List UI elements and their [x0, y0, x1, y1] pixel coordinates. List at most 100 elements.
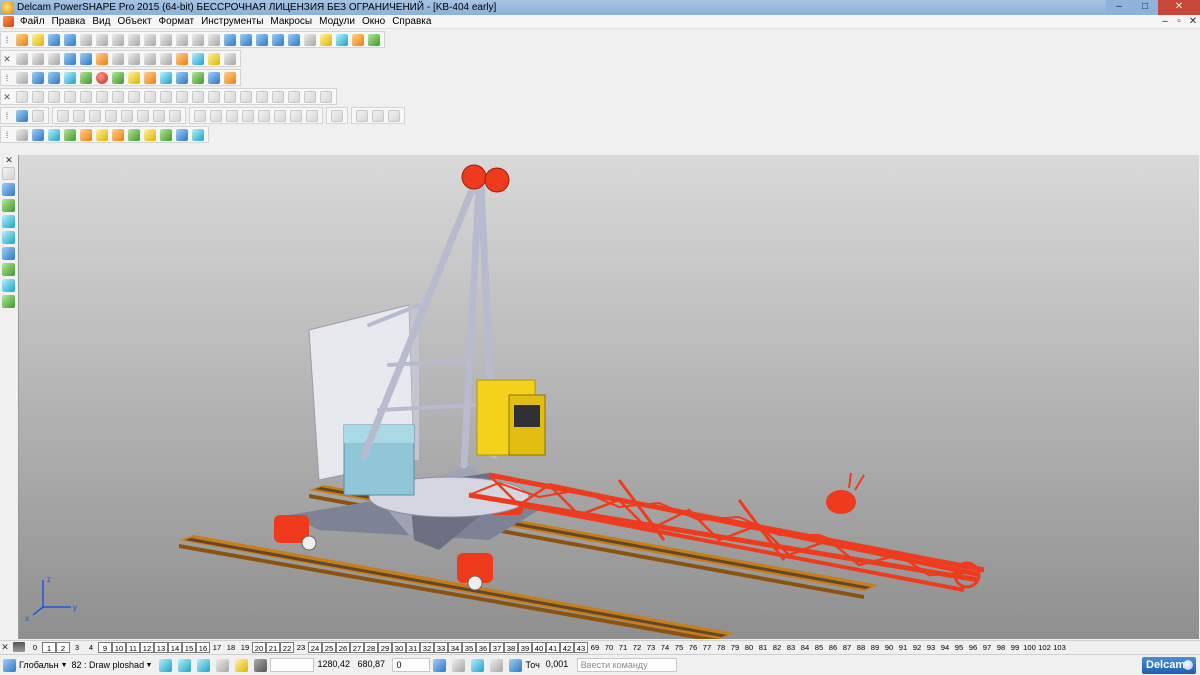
limit-icon[interactable]	[112, 90, 124, 103]
feature-e-icon[interactable]	[258, 109, 270, 122]
toolbar-grip[interactable]: ⁞	[3, 34, 11, 46]
level-button[interactable]: 29	[378, 641, 392, 653]
level-button[interactable]: 99	[1008, 642, 1022, 653]
menu-view[interactable]: Вид	[90, 16, 115, 27]
assembly-icon[interactable]	[368, 33, 380, 46]
level-button[interactable]: 43	[574, 641, 588, 653]
level-button[interactable]: 70	[602, 642, 616, 653]
object-info-icon[interactable]	[32, 71, 44, 84]
tree-icon[interactable]	[331, 109, 343, 122]
level-button[interactable]: 78	[714, 642, 728, 653]
zoom-in-icon[interactable]	[96, 52, 108, 65]
mdi-close-button[interactable]: ✕	[1186, 16, 1200, 27]
level-button[interactable]: 26	[336, 641, 350, 653]
line-icon[interactable]	[256, 33, 268, 46]
level-button[interactable]: 102	[1037, 642, 1052, 653]
toolbar-grip[interactable]: ⁞	[3, 72, 11, 84]
level-button[interactable]: 71	[616, 642, 630, 653]
draft-analysis-icon[interactable]	[128, 128, 140, 141]
level-button[interactable]: 21	[266, 641, 280, 653]
level-button[interactable]: 82	[770, 642, 784, 653]
history-b-icon[interactable]	[372, 109, 384, 122]
feature-d-icon[interactable]	[242, 109, 254, 122]
level-button[interactable]: 84	[798, 642, 812, 653]
level-button[interactable]: 92	[910, 642, 924, 653]
open-recent-icon[interactable]	[48, 33, 60, 46]
level-button[interactable]: 35	[462, 641, 476, 653]
toolbar-grip[interactable]: ⁞	[3, 129, 11, 141]
level-button[interactable]: 40	[532, 641, 546, 653]
chamfer-icon[interactable]	[192, 90, 204, 103]
object-list-icon[interactable]	[16, 71, 28, 84]
level-button[interactable]: 69	[588, 642, 602, 653]
tolerance-field[interactable]: 0,001	[543, 658, 575, 672]
boolean-icon[interactable]	[176, 71, 188, 84]
menu-macros[interactable]: Макросы	[268, 16, 317, 27]
level-button[interactable]: 37	[490, 641, 504, 653]
level-button[interactable]: 91	[896, 642, 910, 653]
app-icon[interactable]	[2, 1, 14, 14]
menu-help[interactable]: Справка	[390, 16, 436, 27]
workplane-dropdown-icon[interactable]: ▼	[61, 662, 68, 669]
menu-tools[interactable]: Инструменты	[199, 16, 268, 27]
level-button[interactable]: 72	[630, 642, 644, 653]
left-toolbar-close[interactable]: ✕	[0, 155, 18, 165]
delete-icon[interactable]	[160, 33, 172, 46]
view-side-icon[interactable]	[48, 52, 60, 65]
level-button[interactable]: 16	[196, 641, 210, 653]
scale-icon[interactable]	[80, 90, 92, 103]
history-a-icon[interactable]	[356, 109, 368, 122]
solid-hole-icon[interactable]	[105, 109, 117, 122]
lighting-icon[interactable]	[208, 52, 220, 65]
polar-icon[interactable]	[471, 658, 485, 672]
level-button[interactable]: 27	[350, 641, 364, 653]
level-button[interactable]: 39	[518, 641, 532, 653]
feature-g-icon[interactable]	[290, 109, 302, 122]
level-button[interactable]: 28	[364, 641, 378, 653]
relative-icon[interactable]	[452, 658, 466, 672]
view-iso2-icon[interactable]	[80, 52, 92, 65]
solid-icon[interactable]	[336, 33, 348, 46]
level-button[interactable]: 10	[112, 641, 126, 653]
level-button[interactable]: 103	[1052, 642, 1067, 653]
level-button[interactable]: 75	[672, 642, 686, 653]
maximize-button[interactable]: □	[1132, 0, 1158, 15]
level-button[interactable]: 74	[658, 642, 672, 653]
render-icon[interactable]	[16, 128, 28, 141]
transform-icon[interactable]	[16, 90, 28, 103]
crane-model[interactable]: z y x	[19, 155, 1199, 639]
menu-edit[interactable]: Правка	[50, 16, 91, 27]
component-icon[interactable]	[224, 71, 236, 84]
pan-icon[interactable]	[224, 52, 236, 65]
select-mode-icon[interactable]	[2, 167, 15, 180]
surface-trim-icon[interactable]	[32, 109, 44, 122]
surface-edit-icon[interactable]	[16, 109, 28, 122]
coord-x-field[interactable]: 1280,42	[314, 658, 354, 672]
view-top-icon[interactable]	[32, 52, 44, 65]
graphics-viewport[interactable]: z y x	[18, 155, 1199, 639]
principal-plane-icon[interactable]	[178, 658, 192, 672]
level-button[interactable]: 41	[546, 641, 560, 653]
workplane-toggle-icon[interactable]	[197, 658, 211, 672]
coord-y-field[interactable]: 680,87	[354, 658, 392, 672]
level-button[interactable]: 4	[84, 642, 98, 653]
level-button[interactable]: 12	[140, 641, 154, 653]
text-icon[interactable]	[304, 33, 316, 46]
level-button[interactable]: 30	[392, 641, 406, 653]
level-button[interactable]: 88	[854, 642, 868, 653]
level-button[interactable]: 80	[742, 642, 756, 653]
smooth-icon[interactable]	[224, 90, 236, 103]
menu-window[interactable]: Окно	[360, 16, 390, 27]
level-button[interactable]: 85	[812, 642, 826, 653]
feature-c-icon[interactable]	[226, 109, 238, 122]
reflection-icon[interactable]	[112, 128, 124, 141]
workplane-coords-icon[interactable]	[490, 658, 504, 672]
clip-icon[interactable]	[192, 128, 204, 141]
general-edit-icon[interactable]	[2, 183, 15, 196]
extrude-icon[interactable]	[128, 71, 140, 84]
drawing-mode-icon[interactable]	[2, 279, 15, 292]
document-icon[interactable]	[3, 16, 14, 27]
save-icon[interactable]	[64, 33, 76, 46]
workplane-icon[interactable]	[48, 71, 60, 84]
split-icon[interactable]	[144, 90, 156, 103]
